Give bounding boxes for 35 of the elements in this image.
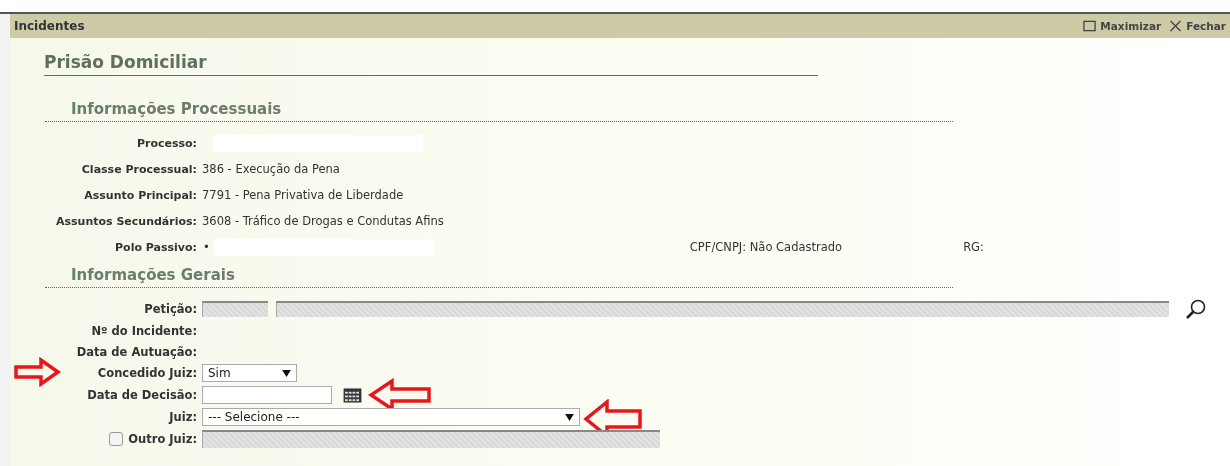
maximize-icon [1083,20,1097,32]
checkbox[interactable] [109,432,124,446]
window-title: Incidentes [14,19,85,33]
field-label: Classe Processual: [80,162,197,176]
field-value: 7791 - Pena Privativa de Liberdade [202,188,404,202]
date-input[interactable] [202,386,332,404]
field-value: 3608 - Tráfico de Drogas e Condutas Afins [202,214,444,228]
field-label: Polo Passivo: [114,240,197,254]
calendar-icon[interactable] [343,387,362,403]
field-label: Data de Autuação: [75,344,197,359]
close-button[interactable]: Fechar [1169,20,1226,32]
field-label: Processo: [135,136,197,150]
field-label: Nº do Incidente: [90,323,197,338]
section-title: Informações Gerais [45,266,953,288]
section-title: Informações Processuais [45,100,953,122]
field-label: Concedido Juiz: [96,366,197,380]
field-label: Assunto Principal: [83,188,197,202]
select-field[interactable]: Sim [202,364,297,382]
field-label: RG: [963,240,984,254]
field-value: CPF/CNPJ: Não Cadastrado [689,240,843,254]
field-value: 386 - Execução da Pena [202,162,340,176]
field-label: Assuntos Secundários: [54,214,197,228]
field-label: Petição: [143,302,197,316]
field-label: Juiz: [167,410,197,424]
dropdown-caret-icon [565,413,574,421]
field-label: Outro Juiz: [128,432,197,446]
annotation-arrow [13,357,61,387]
search-icon[interactable] [1185,298,1207,320]
bullet: • [203,240,210,254]
field-label: Data de Decisão: [86,388,197,402]
dropdown-caret-icon [282,369,291,377]
page-title: Prisão Domiciliar [44,52,818,76]
maximize-button[interactable]: Maximizar [1083,20,1162,32]
select-field[interactable]: --- Selecione --- [202,408,580,426]
close-icon [1169,20,1183,32]
